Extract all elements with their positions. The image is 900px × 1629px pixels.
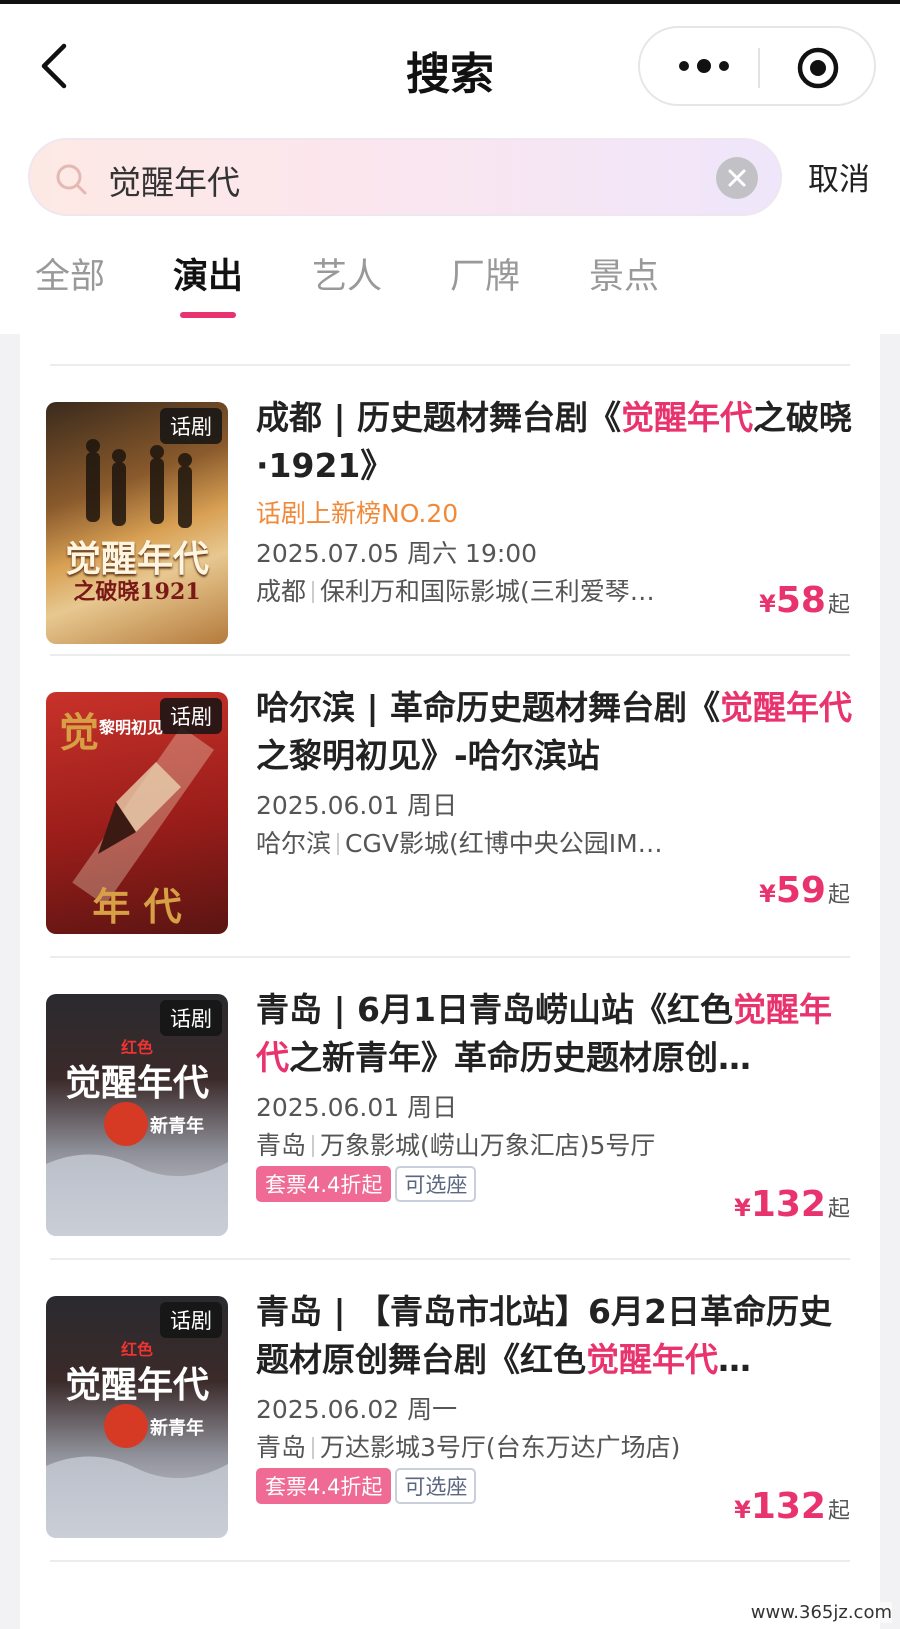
- price-label: ¥59起: [759, 870, 850, 911]
- search-query: 觉醒年代: [108, 163, 240, 202]
- poster-title: 觉醒年代: [64, 1062, 209, 1104]
- event-title: 成都 | 历史题材舞台剧《觉醒年代之破晓·1921》: [256, 394, 856, 490]
- discount-tag: 套票4.4折起: [256, 1468, 392, 1504]
- event-date: 2025.07.05 周六 19:00: [256, 539, 538, 568]
- more-dots-icon: [679, 59, 729, 73]
- ranking-label: 话剧上新榜NO.20: [256, 499, 459, 528]
- discount-tag: 套票4.4折起: [256, 1166, 392, 1202]
- poster-title: 觉醒年代: [64, 1364, 209, 1406]
- top-bar: 搜索 觉醒年代 取消 全部 演出 艺人 厂牌 景点: [0, 4, 900, 334]
- event-poster: 话剧 觉醒年代 之破晓1921: [46, 402, 228, 644]
- title-text: 成都 | 历史题材舞台剧《: [256, 398, 622, 437]
- cancel-button[interactable]: 取消: [808, 154, 870, 199]
- venue-name: CGV影城(红博中央公园IM…: [345, 829, 663, 858]
- price-label: ¥132起: [734, 1184, 850, 1225]
- tab-artists[interactable]: 艺人: [312, 248, 382, 299]
- search-input[interactable]: 觉醒年代: [28, 138, 782, 216]
- event-venue: 青岛 万达影城3号厅(台东万达广场店): [256, 1428, 696, 1464]
- category-badge: 话剧: [160, 408, 222, 444]
- venue-city: 成都: [256, 577, 307, 606]
- title-text: 之黎明初见》-哈尔滨站: [256, 736, 600, 775]
- results-list: 话剧 觉醒年代 之破晓1921 成都 | 历史题材舞台剧《觉醒年代之破晓·192…: [20, 334, 880, 1629]
- event-poster: 话剧 觉 黎明初见 年 代: [46, 692, 228, 934]
- currency-symbol: ¥: [734, 1194, 751, 1222]
- currency-symbol: ¥: [734, 1496, 751, 1524]
- venue-name: 万达影城3号厅(台东万达广场店): [320, 1433, 681, 1462]
- active-tab-indicator: [180, 312, 236, 318]
- category-badge: 话剧: [160, 1302, 222, 1338]
- venue-city: 哈尔滨: [256, 829, 332, 858]
- target-icon: [797, 47, 839, 89]
- poster-subtitle: 新青年: [150, 1116, 204, 1137]
- category-badge: 话剧: [160, 1000, 222, 1036]
- poster-subtitle: 之破晓1921: [73, 579, 201, 605]
- event-date: 2025.06.01 周日: [256, 1093, 458, 1122]
- price-suffix: 起: [827, 1197, 850, 1222]
- list-item[interactable]: 话剧 红色 觉醒年代 新青年 青岛 | 6月1日青岛崂山站《红色觉醒年代之新青年…: [20, 958, 880, 1258]
- venue-city: 青岛: [256, 1433, 307, 1462]
- event-date: 2025.06.01 周日: [256, 791, 458, 820]
- list-item[interactable]: 话剧 觉醒年代 之破晓1921 成都 | 历史题材舞台剧《觉醒年代之破晓·192…: [20, 366, 880, 666]
- price-suffix: 起: [827, 1499, 850, 1524]
- capsule-divider: [758, 48, 760, 88]
- poster-subtitle: 年 代: [92, 884, 182, 929]
- price-value: 59: [775, 870, 826, 911]
- title-highlight: 觉醒年代: [621, 398, 754, 437]
- title-text: 之新青年》革命历史题材原创…: [289, 1038, 751, 1077]
- event-venue: 哈尔滨 CGV影城(红博中央公园IM…: [256, 824, 696, 860]
- close-mini-program-button[interactable]: [796, 46, 840, 90]
- tab-labels[interactable]: 厂牌: [450, 248, 520, 299]
- search-icon: [56, 164, 87, 195]
- price-label: ¥58起: [759, 580, 850, 621]
- watermark: www.365jz.com: [750, 1602, 892, 1623]
- tab-all[interactable]: 全部: [35, 248, 105, 299]
- event-title: 青岛 | 6月1日青岛崂山站《红色觉醒年代之新青年》革命历史题材原创…: [256, 986, 856, 1082]
- title-highlight: 觉醒年代: [720, 688, 853, 727]
- price-value: 132: [750, 1486, 826, 1527]
- list-divider: [50, 1560, 850, 1562]
- venue-name: 保利万和国际影城(三利爱琴…: [320, 577, 655, 606]
- tab-shows[interactable]: 演出: [173, 248, 243, 299]
- price-value: 132: [750, 1184, 826, 1225]
- seat-select-tag: 可选座: [395, 1166, 477, 1202]
- list-item[interactable]: 话剧 觉 黎明初见 年 代 哈尔滨 | 革命历史题材舞台剧《觉醒年代之黎明初见》…: [20, 656, 880, 956]
- poster-small-text: 黎明初见: [98, 718, 163, 737]
- tag-row: 套票4.4折起 可选座: [256, 1166, 480, 1202]
- event-venue: 青岛 万象影城(崂山万象汇店)5号厅: [256, 1126, 696, 1162]
- event-poster: 话剧 红色 觉醒年代 新青年: [46, 994, 228, 1236]
- title-text: 青岛 | 6月1日青岛崂山站《红色: [256, 990, 733, 1029]
- price-label: ¥132起: [734, 1486, 850, 1527]
- clear-search-button[interactable]: [716, 157, 758, 199]
- price-suffix: 起: [827, 883, 850, 908]
- event-title: 哈尔滨 | 革命历史题材舞台剧《觉醒年代之黎明初见》-哈尔滨站: [256, 684, 856, 780]
- close-icon: [728, 169, 746, 187]
- tab-attractions[interactable]: 景点: [589, 248, 659, 299]
- title-highlight: 觉醒年代: [586, 1340, 718, 1379]
- event-venue: 成都 保利万和国际影城(三利爱琴…: [256, 572, 696, 608]
- event-poster: 话剧 红色 觉醒年代 新青年: [46, 1296, 228, 1538]
- more-button[interactable]: [674, 54, 734, 78]
- venue-city: 青岛: [256, 1131, 307, 1160]
- price-suffix: 起: [827, 593, 850, 618]
- price-value: 58: [775, 580, 826, 621]
- seat-select-tag: 可选座: [395, 1468, 477, 1504]
- venue-name: 万象影城(崂山万象汇店)5号厅: [320, 1131, 656, 1160]
- mini-program-capsule: [638, 26, 876, 106]
- category-tabs: 全部 演出 艺人 厂牌 景点: [0, 248, 900, 318]
- title-text: 哈尔滨 | 革命历史题材舞台剧《: [256, 688, 721, 727]
- title-text: …: [718, 1340, 751, 1379]
- event-title: 青岛 | 【青岛市北站】6月2日革命历史题材原创舞台剧《红色觉醒年代…: [256, 1288, 856, 1384]
- event-date: 2025.06.02 周一: [256, 1395, 458, 1424]
- list-item[interactable]: 话剧 红色 觉醒年代 新青年 青岛 | 【青岛市北站】6月2日革命历史题材原创舞…: [20, 1260, 880, 1560]
- poster-subtitle: 新青年: [150, 1418, 204, 1439]
- currency-symbol: ¥: [759, 590, 776, 618]
- tag-row: 套票4.4折起 可选座: [256, 1468, 480, 1504]
- currency-symbol: ¥: [759, 880, 776, 908]
